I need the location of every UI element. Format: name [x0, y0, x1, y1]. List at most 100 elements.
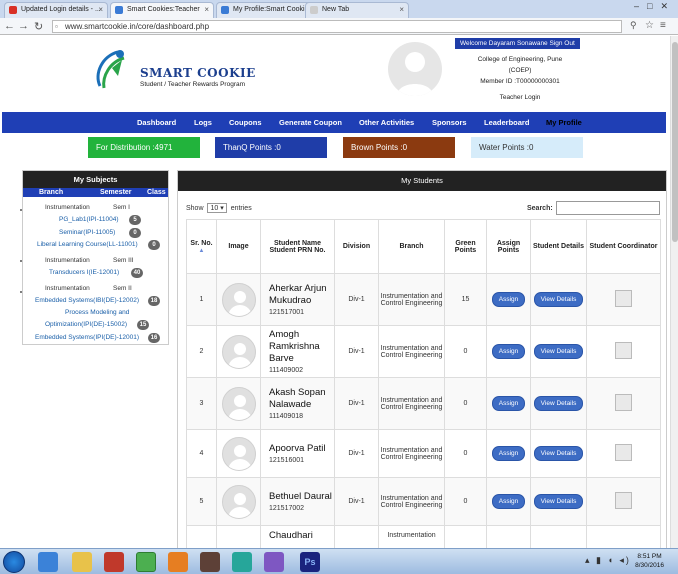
app-icon[interactable] — [200, 552, 220, 572]
green-points: 0 — [444, 325, 487, 378]
coordinator-checkbox[interactable] — [615, 492, 632, 509]
menu-icon[interactable]: ≡ — [660, 20, 666, 31]
menu-item-my-profile[interactable]: My Profile — [546, 118, 582, 127]
menu-item-logs[interactable]: Logs — [194, 118, 212, 127]
division: Div-1 — [334, 325, 379, 378]
assign-button[interactable]: Assign — [491, 396, 526, 411]
student-prn: 111409018 — [269, 413, 303, 420]
file-explorer-icon[interactable] — [72, 552, 92, 572]
clock[interactable]: 8:51 PM 8/30/2016 — [635, 552, 664, 570]
menu-item-dashboard[interactable]: Dashboard — [137, 118, 176, 127]
browser-tab-gmail[interactable]: Updated Login details - ... × — [4, 2, 108, 18]
coordinator-checkbox[interactable] — [615, 342, 632, 359]
welcome-signout-link[interactable]: Welcome Dayaram Sonawane Sign Out — [455, 38, 580, 49]
menu-item-other-activities[interactable]: Other Activities — [359, 118, 414, 127]
avatar — [221, 386, 256, 421]
subject-link[interactable]: Embedded Systems(IPI(DE)-12001) — [35, 334, 139, 341]
assign-button[interactable]: Assign — [491, 292, 526, 307]
assign-button[interactable]: Assign — [491, 494, 526, 509]
sort-asc-icon: ▲ — [198, 247, 205, 254]
scrollbar-thumb[interactable] — [672, 42, 678, 242]
view-details-button[interactable]: View Details — [533, 292, 584, 307]
view-details-button[interactable]: View Details — [533, 344, 584, 359]
subject-link[interactable]: Transducers I(IE-12001) — [49, 269, 119, 276]
avatar — [221, 484, 256, 519]
sr-no: 5 — [186, 477, 217, 526]
col-division[interactable]: Division — [334, 219, 379, 274]
back-icon[interactable]: ← — [4, 20, 15, 32]
browser-tab-teacher[interactable]: Smart Cookies:Teacher × — [110, 2, 214, 18]
assign-cell: Assign — [486, 429, 531, 478]
student-prn: 121516001 — [269, 457, 305, 464]
subject-link[interactable]: Optimization(IPI(DE)-15002) — [45, 321, 127, 328]
subject-link[interactable]: PG_Lab1(IPI-11004) — [59, 216, 119, 223]
view-details-button[interactable]: View Details — [533, 396, 584, 411]
star-icon[interactable]: ☆ — [645, 20, 654, 31]
assign-cell: Assign — [486, 273, 531, 326]
coordinator-cell — [586, 377, 661, 430]
menu-item-sponsors[interactable]: Sponsors — [432, 118, 467, 127]
url-input[interactable]: ▫ www.smartcookie.in/core/dashboard.php — [52, 20, 622, 33]
chrome-icon[interactable] — [136, 552, 156, 572]
windows-taskbar: Ps ▴ ▮ ◖ ◂) 8:51 PM 8/30/2016 — [0, 548, 678, 574]
subject-count-badge: 40 — [131, 268, 143, 278]
assign-button[interactable]: Assign — [491, 344, 526, 359]
subject-link[interactable]: Seminar(IPI-11005) — [59, 229, 115, 236]
student-name: Chaudhari — [269, 530, 313, 541]
col-image[interactable]: Image — [216, 219, 261, 274]
app-icon[interactable] — [264, 552, 284, 572]
table-row: 1 Aherkar Arjun Mukudrao 121517001 Div-1 … — [186, 273, 661, 326]
col-student-name[interactable]: Student Name Student PRN No. — [260, 219, 335, 274]
coordinator-checkbox[interactable] — [615, 394, 632, 411]
key-icon[interactable]: ⚲ — [630, 20, 637, 31]
college-short: (COEP) — [508, 67, 532, 74]
col-student-details[interactable]: Student Details — [530, 219, 587, 274]
student-name-cell: Akash Sopan Nalawade 111409018 — [260, 377, 335, 430]
view-details-button[interactable]: View Details — [533, 494, 584, 509]
col-sr-no[interactable]: Sr. No. ▲ — [186, 219, 217, 274]
group-sem: Sem II — [113, 285, 132, 292]
assign-button[interactable]: Assign — [491, 446, 526, 461]
app-icon[interactable] — [232, 552, 252, 572]
browser-tab-new[interactable]: New Tab × — [305, 2, 409, 18]
firefox-icon[interactable] — [168, 552, 188, 572]
student-name-cell: Bethuel Daural 121517002 — [260, 477, 335, 526]
close-icon[interactable]: × — [399, 3, 404, 17]
col-green-points[interactable]: Green Points — [444, 219, 487, 274]
col-assign-points[interactable]: Assign Points — [486, 219, 531, 274]
media-player-icon[interactable] — [104, 552, 124, 572]
col-branch[interactable]: Branch — [378, 219, 445, 274]
student-image — [216, 477, 261, 526]
close-icon[interactable]: × — [204, 3, 209, 17]
internet-explorer-icon[interactable] — [38, 552, 58, 572]
entries-select[interactable]: 10 ▾ — [207, 203, 227, 213]
student-image — [216, 325, 261, 378]
menu-item-coupons[interactable]: Coupons — [229, 118, 262, 127]
close-icon[interactable]: × — [98, 3, 103, 17]
reload-icon[interactable]: ↻ — [34, 20, 43, 33]
thanq-points-box: ThanQ Points :0 — [215, 137, 327, 158]
menu-item-leaderboard[interactable]: Leaderboard — [484, 118, 529, 127]
subject-link[interactable]: Embedded Systems(IBI(DE)-12002) — [35, 297, 139, 304]
start-button-icon[interactable] — [3, 551, 25, 573]
view-details-button[interactable]: View Details — [533, 446, 584, 461]
page-scrollbar[interactable] — [670, 36, 678, 548]
photoshop-icon[interactable]: Ps — [300, 552, 320, 572]
col-student-coordinator[interactable]: Student Coordinator — [586, 219, 661, 274]
logo-icon — [96, 50, 125, 89]
student-name: Aherkar Arjun Mukudrao — [269, 283, 327, 306]
member-id: Member ID :T00000000301 — [480, 78, 560, 85]
window-controls[interactable]: –□✕ — [634, 1, 676, 12]
sr-no: 3 — [186, 377, 217, 430]
coordinator-checkbox[interactable] — [615, 444, 632, 461]
search-input[interactable] — [556, 201, 660, 215]
col-label: Sr. No. — [190, 239, 213, 247]
system-tray-icons[interactable]: ▴ ▮ ◖ ◂) — [585, 555, 631, 566]
coordinator-checkbox[interactable] — [615, 290, 632, 307]
assign-cell: Assign — [486, 325, 531, 378]
menu-item-generate-coupon[interactable]: Generate Coupon — [279, 118, 342, 127]
site-header: SMART COOKIE Student / Teacher Rewards P… — [0, 36, 678, 111]
forward-icon[interactable]: → — [18, 20, 29, 32]
subject-link[interactable]: Liberal Learning Course(LL-11001) — [37, 241, 138, 248]
subject-link[interactable]: Process Modeling and — [65, 309, 129, 316]
